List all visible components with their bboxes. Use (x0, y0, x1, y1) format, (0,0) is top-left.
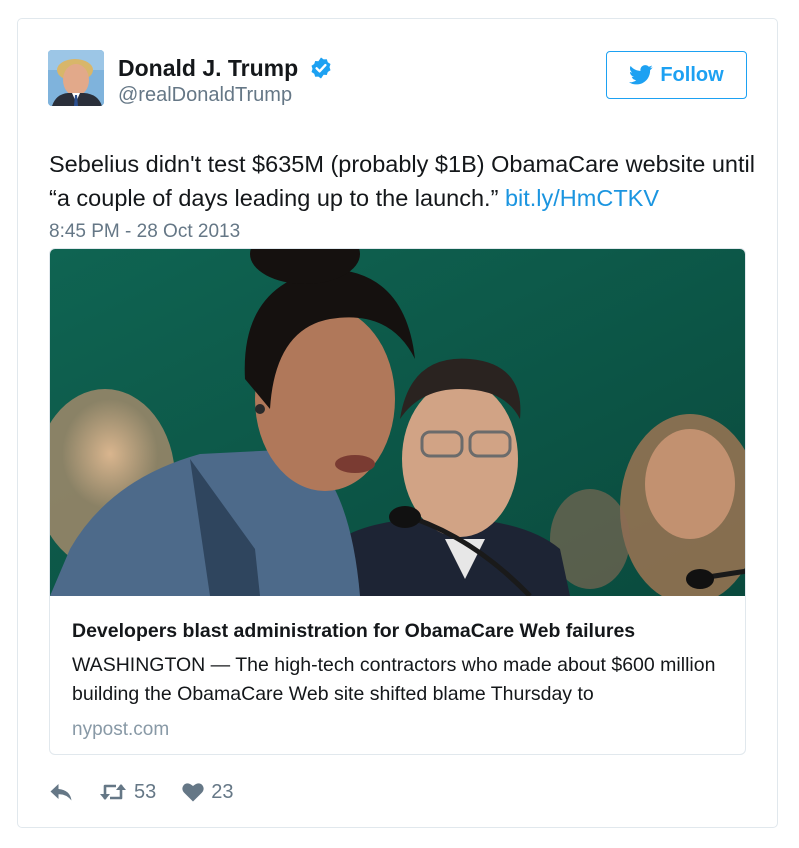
verified-badge-icon (311, 57, 331, 79)
link-card[interactable]: Developers blast administration for Obam… (49, 248, 746, 755)
user-handle[interactable]: @realDonaldTrump (118, 83, 333, 107)
like-count: 23 (211, 780, 234, 803)
card-title[interactable]: Developers blast administration for Obam… (72, 619, 725, 643)
follow-button[interactable]: Follow (606, 51, 747, 99)
avatar[interactable] (48, 50, 104, 106)
user-fullname[interactable]: Donald J. Trump (118, 54, 298, 82)
card-domain: nypost.com (72, 719, 170, 740)
embedded-tweet: Donald J. Trump @realDonaldTrump Follow … (17, 18, 778, 828)
heart-icon (182, 783, 204, 802)
retweet-icon (100, 784, 126, 800)
card-description: WASHINGTON — The high-tech contractors w… (72, 654, 716, 705)
reply-button[interactable] (49, 781, 73, 803)
follow-label: Follow (660, 63, 724, 86)
tweet-header: Donald J. Trump @realDonaldTrump Follow (48, 50, 747, 108)
tweet-link[interactable]: bit.ly/HmCTKV (505, 185, 659, 211)
retweet-count: 53 (134, 780, 157, 803)
reply-icon (50, 784, 72, 801)
user-names: Donald J. Trump @realDonaldTrump (118, 54, 333, 107)
like-button[interactable]: 23 (182, 780, 234, 804)
twitter-bird-icon (629, 65, 653, 85)
tweet-actions: 53 23 (49, 779, 260, 805)
tweet-timestamp[interactable]: 8:45 PM - 28 Oct 2013 (49, 221, 240, 243)
card-photo[interactable] (50, 249, 745, 596)
retweet-button[interactable]: 53 (99, 781, 156, 804)
tweet-text: Sebelius didn't test $635M (probably $1B… (49, 147, 759, 215)
card-body: Developers blast administration for Obam… (72, 619, 725, 742)
